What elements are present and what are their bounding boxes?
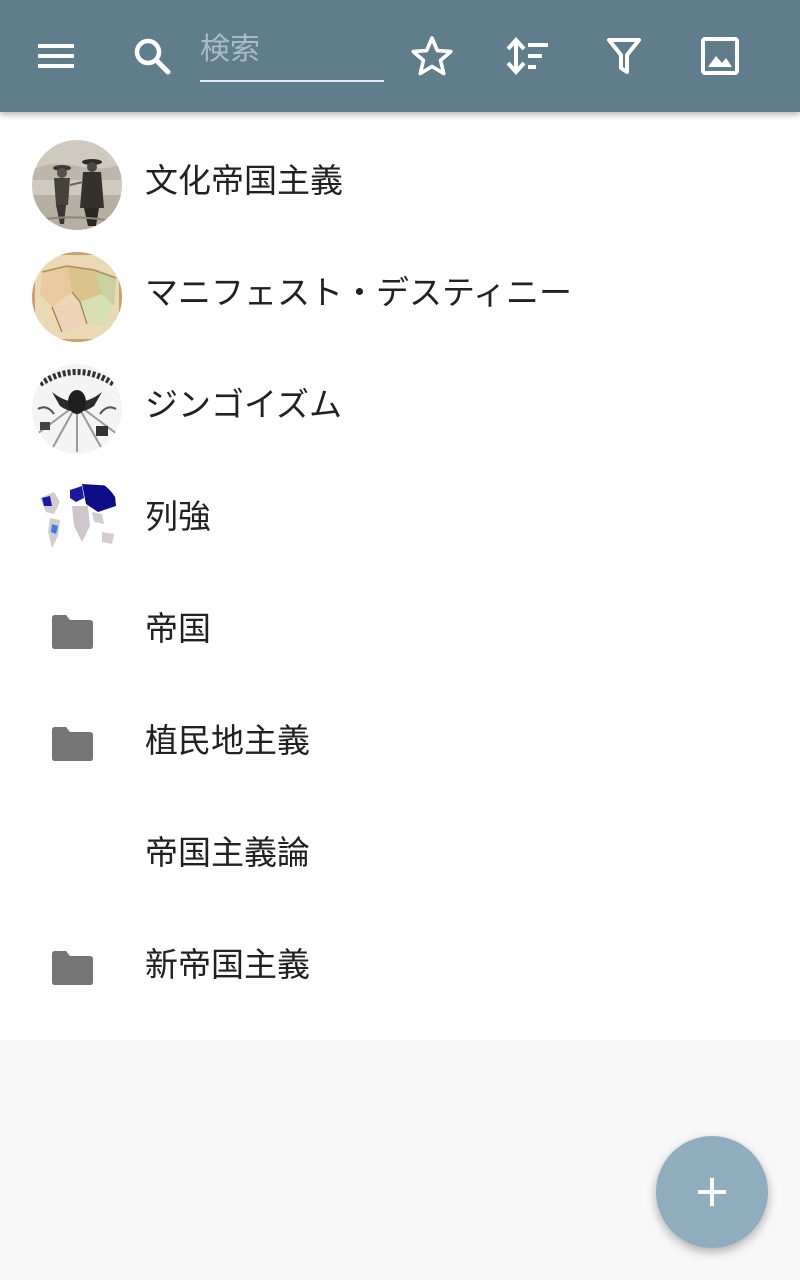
list-item[interactable]: 列強 [0,448,800,566]
list-item[interactable]: ジンゴイズム [0,336,800,454]
add-button[interactable] [656,1136,768,1248]
search-button[interactable] [124,28,180,84]
list-item-label: 植民地主義 [145,721,310,760]
sort-icon [506,36,548,76]
list-item[interactable]: 植民地主義 [0,672,800,784]
search-input[interactable] [200,26,384,72]
eagle-illustration-thumbnail [32,364,122,454]
menu-icon [38,44,74,68]
article-list: 文化帝国主義 マニフェスト・デスティニー ジンゴイズム 列強 帝国 植民地主義 … [0,112,800,1040]
image-icon [701,37,739,75]
engraving-figures-thumbnail [32,140,122,230]
image-view-button[interactable] [692,28,748,84]
folder-icon [52,727,93,761]
plus-icon [698,1178,726,1206]
folder-icon [52,615,93,649]
list-item-label: マニフェスト・デスティニー [145,273,573,312]
folder-icon [52,951,93,985]
top-app-bar [0,0,800,112]
list-item-label: 列強 [145,497,211,536]
list-item-label: 文化帝国主義 [145,161,343,200]
app-root: 文化帝国主義 マニフェスト・デスティニー [0,0,800,1280]
favorites-button[interactable] [404,28,460,84]
search-icon [134,38,171,75]
old-map-thumbnail [32,252,122,342]
list-item[interactable]: 帝国主義論 [0,784,800,896]
menu-button[interactable] [28,28,84,84]
list-item[interactable]: 文化帝国主義 [0,112,800,230]
star-outline-icon [411,36,453,76]
list-item[interactable]: 新帝国主義 [0,896,800,1008]
filter-icon [607,38,641,74]
list-item-label: 新帝国主義 [145,945,310,984]
world-map-thumbnail [32,476,122,566]
filter-button[interactable] [596,28,652,84]
list-item-label: 帝国主義論 [145,833,310,872]
list-item-label: ジンゴイズム [145,385,343,424]
list-item[interactable]: 帝国 [0,560,800,672]
search-field[interactable] [200,22,384,82]
sort-button[interactable] [499,28,555,84]
list-item[interactable]: マニフェスト・デスティニー [0,224,800,342]
list-item-label: 帝国 [145,609,211,648]
